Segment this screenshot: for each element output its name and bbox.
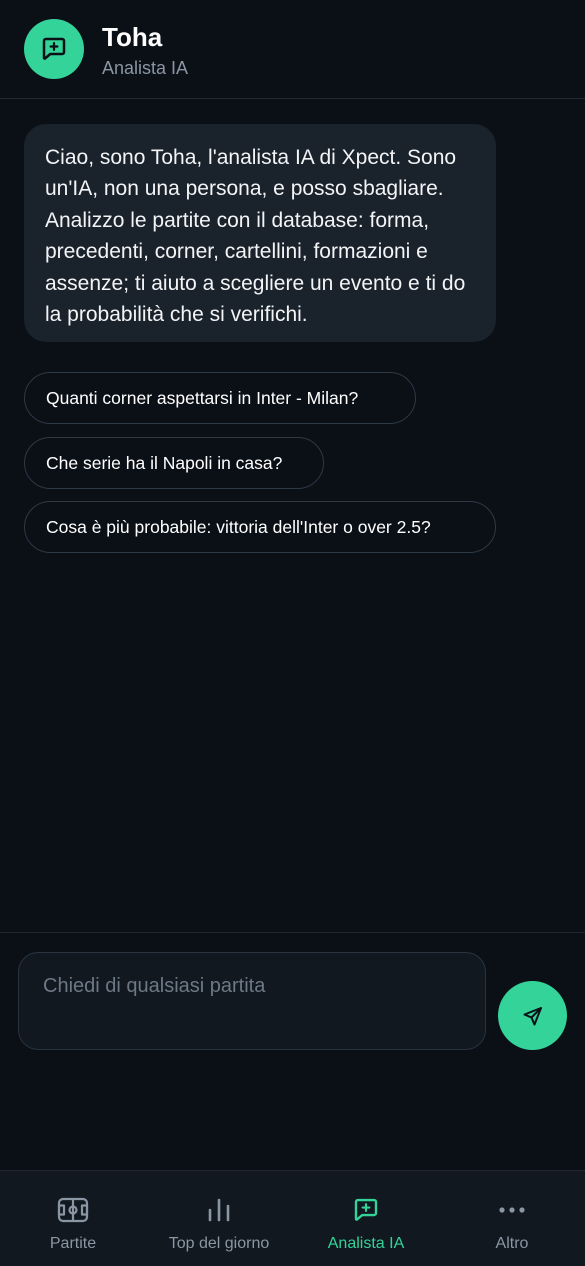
- assistant-role: Analista IA: [102, 58, 189, 78]
- send-button[interactable]: [498, 981, 567, 1050]
- suggestion-chip-label: Quanti corner aspettarsi in Inter - Mila…: [46, 387, 359, 408]
- send-icon: [523, 1006, 542, 1025]
- assistant-message-bubble: Ciao, sono Toha, l'analista IA di Xpect.…: [24, 124, 496, 342]
- nav-item-altro[interactable]: Altro: [439, 1171, 585, 1266]
- more-dots-icon: [499, 1207, 525, 1213]
- assistant-message-text: Ciao, sono Toha, l'analista IA di Xpect.…: [45, 146, 466, 327]
- assistant-avatar: [24, 19, 84, 79]
- bar-chart-icon: [208, 1198, 230, 1222]
- message-input-container: [18, 952, 486, 1050]
- chat-sparkle-icon: [42, 37, 66, 60]
- assistant-name: Toha: [102, 22, 163, 52]
- nav-item-partite[interactable]: Partite: [0, 1171, 146, 1266]
- message-input[interactable]: [19, 953, 485, 1049]
- pitch-icon: [57, 1197, 89, 1223]
- chat-header: Toha Analista IA: [0, 0, 585, 99]
- suggestion-chip-label: Cosa è più probabile: vittoria dell'Inte…: [46, 516, 431, 537]
- chat-sparkle-icon: [354, 1198, 378, 1221]
- nav-label: Top del giorno: [168, 1235, 270, 1252]
- nav-label: Analista IA: [327, 1235, 405, 1252]
- nav-label: Partite: [49, 1235, 97, 1252]
- bottom-navigation: Partite Top del giorno Analista IA Altro: [0, 1170, 585, 1266]
- suggestion-chip[interactable]: Cosa è più probabile: vittoria dell'Inte…: [24, 501, 496, 553]
- suggestion-chip[interactable]: Quanti corner aspettarsi in Inter - Mila…: [24, 372, 416, 424]
- nav-item-analista-ia[interactable]: Analista IA: [293, 1171, 439, 1266]
- suggestion-chip[interactable]: Che serie ha il Napoli in casa?: [24, 437, 324, 489]
- nav-label: Altro: [495, 1235, 529, 1252]
- app: Toha Analista IA Ciao, sono Toha, l'anal…: [0, 0, 585, 1266]
- suggestion-chip-label: Che serie ha il Napoli in casa?: [46, 452, 283, 473]
- nav-item-top-del-giorno[interactable]: Top del giorno: [146, 1171, 292, 1266]
- message-composer: [0, 932, 585, 1170]
